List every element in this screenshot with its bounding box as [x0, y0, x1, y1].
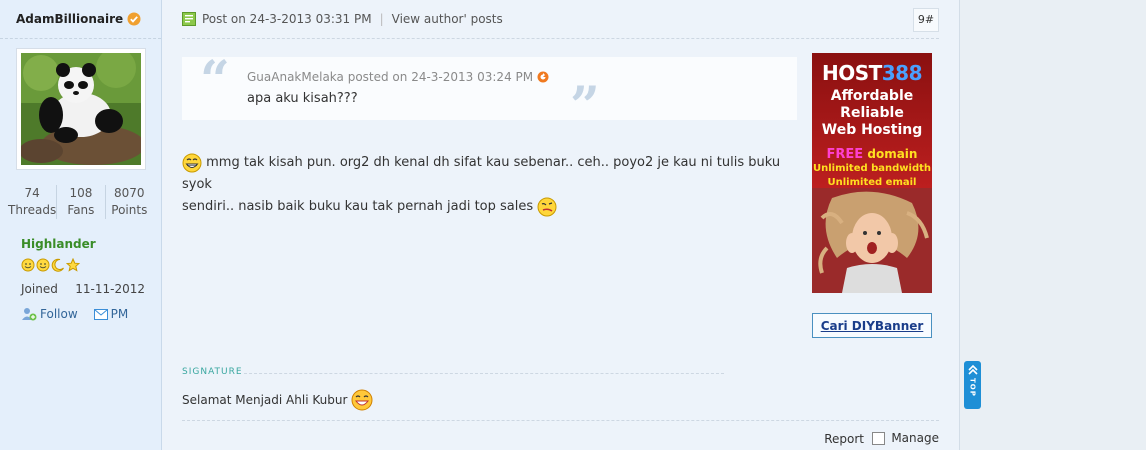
signature: Selamat Menjadi Ahli Kubur — [182, 389, 373, 411]
joined-date: 11-11-2012 — [75, 282, 145, 296]
grin-emoticon-icon — [182, 153, 202, 172]
scroll-to-top-button[interactable]: TOP — [964, 361, 981, 409]
double-chevron-up-icon — [967, 364, 978, 375]
stat-label[interactable]: Threads — [8, 201, 56, 219]
view-author-posts-link[interactable]: View author' posts — [392, 12, 503, 26]
divider — [182, 38, 939, 39]
stat-value[interactable]: 108 — [57, 185, 104, 201]
quote-author: GuaAnakMelaka posted on 24-3-2013 03:24 … — [247, 70, 534, 84]
user-rank[interactable]: Highlander — [21, 237, 96, 251]
laughing-emoticon-icon — [351, 389, 373, 411]
manage-control[interactable]: Manage — [872, 431, 939, 445]
quote-author-line: GuaAnakMelaka posted on 24-3-2013 03:24 … — [247, 70, 549, 84]
ad-girl-image — [812, 188, 932, 293]
ad-headline: Affordable Reliable Web Hosting — [812, 88, 932, 139]
ad-line-2: Reliable — [840, 105, 904, 121]
smiley-icon — [21, 258, 35, 272]
post-floor-number[interactable]: 9# — [913, 8, 939, 32]
post-document-icon — [182, 12, 196, 26]
moon-icon — [51, 258, 64, 272]
ad-features: FREE domain Unlimited bandwidth Unlimite… — [812, 147, 932, 190]
go-to-post-icon[interactable] — [537, 71, 549, 83]
ad-brand-number: 388 — [881, 61, 923, 85]
pm-label[interactable]: PM — [111, 307, 129, 321]
post-date: Post on 24-3-2013 03:31 PM — [202, 12, 372, 26]
smirk-emoticon-icon — [537, 197, 557, 216]
author-name[interactable]: AdamBillionaire — [16, 12, 123, 26]
avatar[interactable] — [16, 48, 146, 170]
divider — [0, 38, 161, 39]
author-sidebar: AdamBillionaire 74 Threads 108 Fans 8070… — [0, 0, 162, 450]
smiley-icon — [36, 258, 50, 272]
divider — [244, 373, 724, 374]
close-quote-icon: ” — [570, 76, 600, 137]
manage-label[interactable]: Manage — [891, 431, 939, 445]
verified-badge-icon — [127, 12, 141, 26]
stat-fans[interactable]: 108 Fans — [57, 185, 106, 219]
ad-domain: domain — [867, 147, 918, 161]
stat-threads[interactable]: 74 Threads — [8, 185, 58, 219]
ad-unlimited-bandwidth: Unlimited bandwidth — [812, 163, 932, 174]
separator: | — [379, 12, 384, 26]
post-content: Post on 24-3-2013 03:31 PM | View author… — [162, 0, 959, 450]
post-body-line-1: mmg tak kisah pun. org2 dh kenal dh sifa… — [182, 155, 781, 192]
rank-icons — [21, 258, 80, 272]
stat-points: 8070 Points — [106, 185, 153, 219]
follow-user-icon — [22, 308, 37, 321]
post-body: mmg tak kisah pun. org2 dh kenal dh sifa… — [182, 152, 797, 218]
signature-text: Selamat Menjadi Ahli Kubur — [182, 393, 348, 407]
ad-free: FREE — [826, 147, 864, 162]
author-name-row[interactable]: AdamBillionaire — [16, 12, 141, 26]
post-header: Post on 24-3-2013 03:31 PM | View author… — [182, 12, 503, 26]
top-label: TOP — [968, 378, 977, 397]
stat-value: 8070 — [114, 186, 145, 200]
hosting-ad-banner[interactable]: HOST388 Affordable Reliable Web Hosting … — [812, 53, 932, 293]
open-quote-icon: “ — [200, 50, 230, 111]
signature-label: SIGNATURE — [182, 367, 243, 377]
page-margin — [959, 0, 1146, 450]
stat-label[interactable]: Fans — [57, 201, 104, 219]
stat-label: Points — [111, 203, 148, 217]
ad-line-1: Affordable — [830, 88, 914, 104]
divider — [182, 420, 939, 421]
star-icon — [66, 258, 80, 272]
envelope-icon — [93, 308, 108, 320]
follow-label[interactable]: Follow — [40, 307, 78, 321]
manage-checkbox[interactable] — [872, 431, 886, 445]
follow-button[interactable]: Follow — [21, 307, 78, 321]
cari-diybanner-link[interactable]: Cari DIYBanner — [812, 313, 932, 338]
stat-value[interactable]: 74 — [8, 185, 56, 201]
report-link[interactable]: Report — [824, 432, 864, 446]
quote-text: apa aku kisah??? — [247, 91, 358, 106]
pm-button[interactable]: PM — [93, 307, 129, 321]
joined-label: Joined — [21, 282, 58, 296]
author-actions: Follow PM — [21, 307, 128, 321]
joined-row: Joined 11-11-2012 — [21, 282, 145, 296]
panda-avatar-image — [21, 53, 141, 165]
ad-brand: HOST388 — [812, 61, 932, 85]
quote-block: “ GuaAnakMelaka posted on 24-3-2013 03:2… — [182, 50, 797, 133]
ad-brand-text: HOST — [821, 61, 882, 85]
post-body-line-2: sendiri.. nasib baik buku kau tak pernah… — [182, 199, 534, 214]
ad-line-3: Web Hosting — [821, 122, 923, 138]
author-stats: 74 Threads 108 Fans 8070 Points — [8, 185, 153, 219]
